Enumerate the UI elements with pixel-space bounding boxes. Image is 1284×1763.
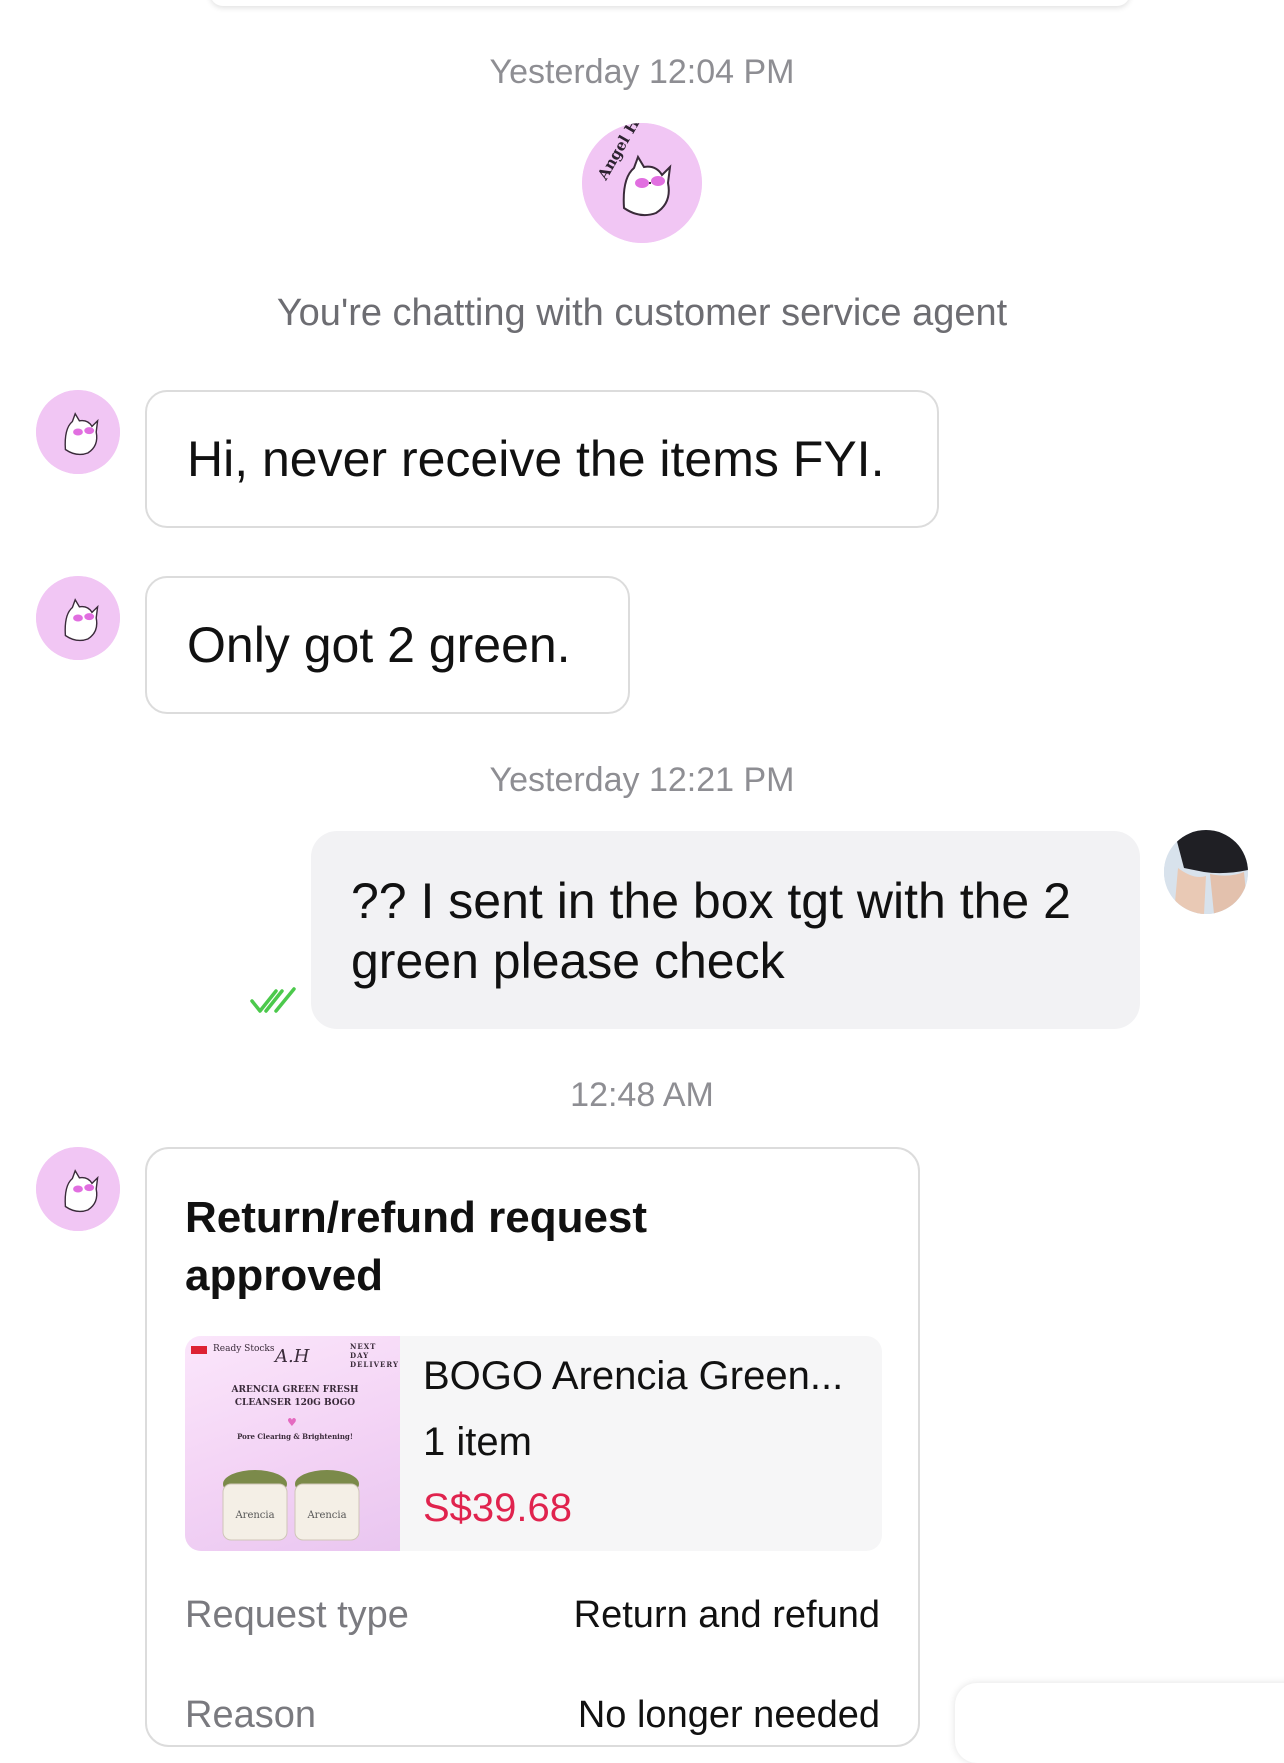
- previous-message-card: [210, 0, 1130, 6]
- thumb-tagline: Pore Clearing & Brightening!: [237, 1432, 353, 1441]
- heart-icon: ♥: [287, 1416, 297, 1429]
- svg-text:Arencia: Arencia: [234, 1510, 274, 1521]
- timestamp: Yesterday 12:04 PM: [489, 53, 795, 91]
- product-price: S$39.68: [423, 1486, 573, 1530]
- user-photo-icon: [1164, 830, 1248, 914]
- message-text: Hi, never receive the items FYI.: [187, 431, 885, 487]
- product-quantity: 1 item: [423, 1420, 532, 1464]
- timestamp: Yesterday 12:21 PM: [489, 761, 795, 799]
- message-bubble[interactable]: Hi, never receive the items FYI.: [145, 390, 939, 528]
- product-name: BOGO Arencia Green...: [423, 1354, 844, 1398]
- product-item[interactable]: Ready Stocks A.H NEXT DAY DELIVERY ARENC…: [185, 1336, 882, 1551]
- shop-avatar[interactable]: [36, 576, 120, 660]
- cat-logo-icon: [36, 1147, 120, 1231]
- floating-panel[interactable]: [955, 1683, 1284, 1763]
- product-thumbnail: Ready Stocks A.H NEXT DAY DELIVERY ARENC…: [185, 1336, 400, 1551]
- cat-logo-icon: [36, 576, 120, 660]
- timestamp: 12:48 AM: [570, 1076, 714, 1114]
- refund-approved-card[interactable]: Return/refund request approved Ready Sto…: [145, 1147, 920, 1747]
- thumb-badge: Ready Stocks: [213, 1344, 275, 1354]
- double-check-icon: [250, 987, 296, 1013]
- request-type-label: Request type: [185, 1594, 409, 1636]
- message-text: Only got 2 green.: [187, 617, 571, 673]
- shop-avatar[interactable]: [36, 1147, 120, 1231]
- shop-avatar[interactable]: Angel Havens: [582, 123, 702, 243]
- cat-logo-icon: Angel Havens: [582, 123, 702, 243]
- svg-text:Arencia: Arencia: [306, 1510, 346, 1521]
- message-bubble-outgoing[interactable]: ?? I sent in the box tgt with the 2 gree…: [311, 831, 1140, 1029]
- thumb-delivery: NEXT DAY DELIVERY: [350, 1342, 399, 1369]
- flag-icon: [191, 1346, 207, 1354]
- cat-logo-icon: [36, 390, 120, 474]
- user-avatar[interactable]: [1164, 830, 1248, 914]
- message-bubble[interactable]: Only got 2 green.: [145, 576, 630, 714]
- cleanser-jars-icon: Arencia Arencia: [222, 1470, 360, 1541]
- shop-avatar[interactable]: [36, 390, 120, 474]
- thumb-headline: ARENCIA GREEN FRESH CLEANSER 120G BOGO: [231, 1385, 359, 1408]
- system-note: You're chatting with customer service ag…: [276, 292, 1008, 334]
- thumb-brand: A.H: [275, 1346, 310, 1367]
- request-type-value: Return and refund: [573, 1594, 880, 1636]
- message-text: ?? I sent in the box tgt with the 2 gree…: [351, 873, 1071, 989]
- card-title: Return/refund request approved: [185, 1193, 648, 1300]
